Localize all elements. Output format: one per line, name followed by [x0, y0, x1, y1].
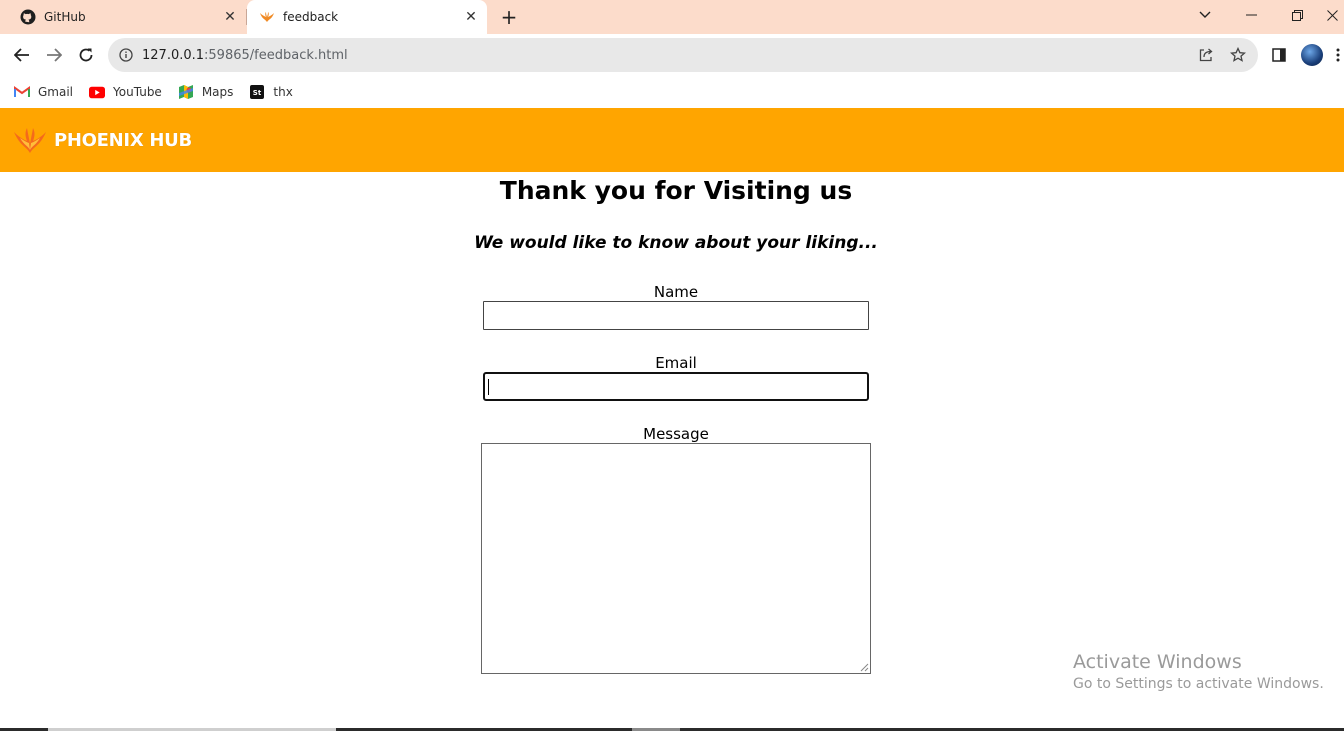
st-icon: St — [249, 84, 265, 100]
close-icon[interactable]: ✕ — [220, 7, 240, 27]
bookmark-youtube[interactable]: YouTube — [89, 84, 162, 100]
bookmark-label: Maps — [201, 85, 234, 99]
tab-label: feedback — [283, 10, 339, 24]
message-label: Message — [643, 425, 709, 443]
browser-toolbar: 127.0.0.1:59865/feedback.html — [0, 34, 1344, 76]
forward-arrow-icon[interactable] — [41, 42, 67, 68]
close-icon[interactable]: ✕ — [461, 7, 481, 27]
reload-icon[interactable] — [73, 42, 99, 68]
phoenix-icon — [259, 9, 275, 25]
name-label: Name — [653, 283, 699, 301]
maps-icon — [178, 84, 194, 100]
bookmark-label: YouTube — [113, 85, 162, 99]
github-icon — [20, 9, 36, 25]
back-arrow-icon[interactable] — [9, 42, 35, 68]
url-host: 127.0.0.1 — [142, 47, 205, 63]
url-text[interactable]: 127.0.0.1:59865/feedback.html — [142, 48, 1194, 63]
tab-search-chevron-icon[interactable] — [1182, 0, 1228, 30]
youtube-icon — [89, 84, 106, 100]
more-menu-icon[interactable] — [1332, 42, 1344, 68]
bookmark-label: Gmail — [38, 85, 74, 99]
bookmark-gmail[interactable]: Gmail — [14, 84, 73, 100]
window-close-icon[interactable] — [1320, 0, 1344, 30]
bookmarks-bar: Gmail YouTube Maps St thx — [0, 76, 1344, 108]
minimize-icon[interactable] — [1228, 0, 1274, 30]
message-textarea[interactable] — [481, 443, 871, 674]
page-subtitle: We would like to know about your liking.… — [474, 233, 878, 253]
page-viewport: PHOENIX HUB Thank you for Visiting us We… — [0, 108, 1344, 731]
site-info-icon[interactable] — [118, 47, 134, 63]
browser-tab-bar: GitHub ✕ feedback ✕ + — [0, 0, 1344, 34]
url-path: :59865/feedback.html — [204, 47, 348, 63]
tab-github[interactable]: GitHub ✕ — [0, 0, 246, 34]
restore-icon[interactable] — [1274, 0, 1320, 30]
bookmark-maps[interactable]: Maps — [178, 84, 234, 100]
email-label: Email — [655, 354, 697, 372]
phoenix-logo-icon[interactable] — [12, 126, 48, 154]
name-input[interactable] — [483, 301, 869, 330]
side-panel-icon[interactable] — [1266, 42, 1292, 68]
share-icon[interactable] — [1194, 43, 1218, 67]
avatar — [1301, 44, 1323, 66]
tab-label: GitHub — [44, 10, 86, 24]
new-tab-button[interactable]: + — [498, 5, 520, 29]
profile-avatar[interactable] — [1299, 42, 1325, 68]
brand-name[interactable]: PHOENIX HUB — [54, 130, 192, 151]
bookmark-label: thx — [273, 85, 293, 99]
watermark-subtitle: Go to Settings to activate Windows. — [1073, 676, 1324, 692]
site-header: PHOENIX HUB — [0, 108, 1344, 172]
page-title: Thank you for Visiting us — [499, 176, 853, 205]
bookmark-thx[interactable]: St thx — [249, 84, 293, 100]
bookmark-star-icon[interactable] — [1226, 43, 1250, 67]
watermark-title: Activate Windows — [1073, 651, 1242, 673]
email-input[interactable] — [483, 372, 869, 401]
svg-text:St: St — [253, 89, 262, 97]
activate-windows-watermark: Activate Windows Go to Settings to activ… — [1073, 651, 1324, 692]
tab-feedback[interactable]: feedback ✕ — [247, 0, 487, 34]
address-bar[interactable]: 127.0.0.1:59865/feedback.html — [108, 38, 1258, 72]
resize-grip-icon[interactable] — [859, 662, 869, 672]
text-caret — [488, 379, 489, 395]
gmail-icon — [14, 84, 30, 100]
